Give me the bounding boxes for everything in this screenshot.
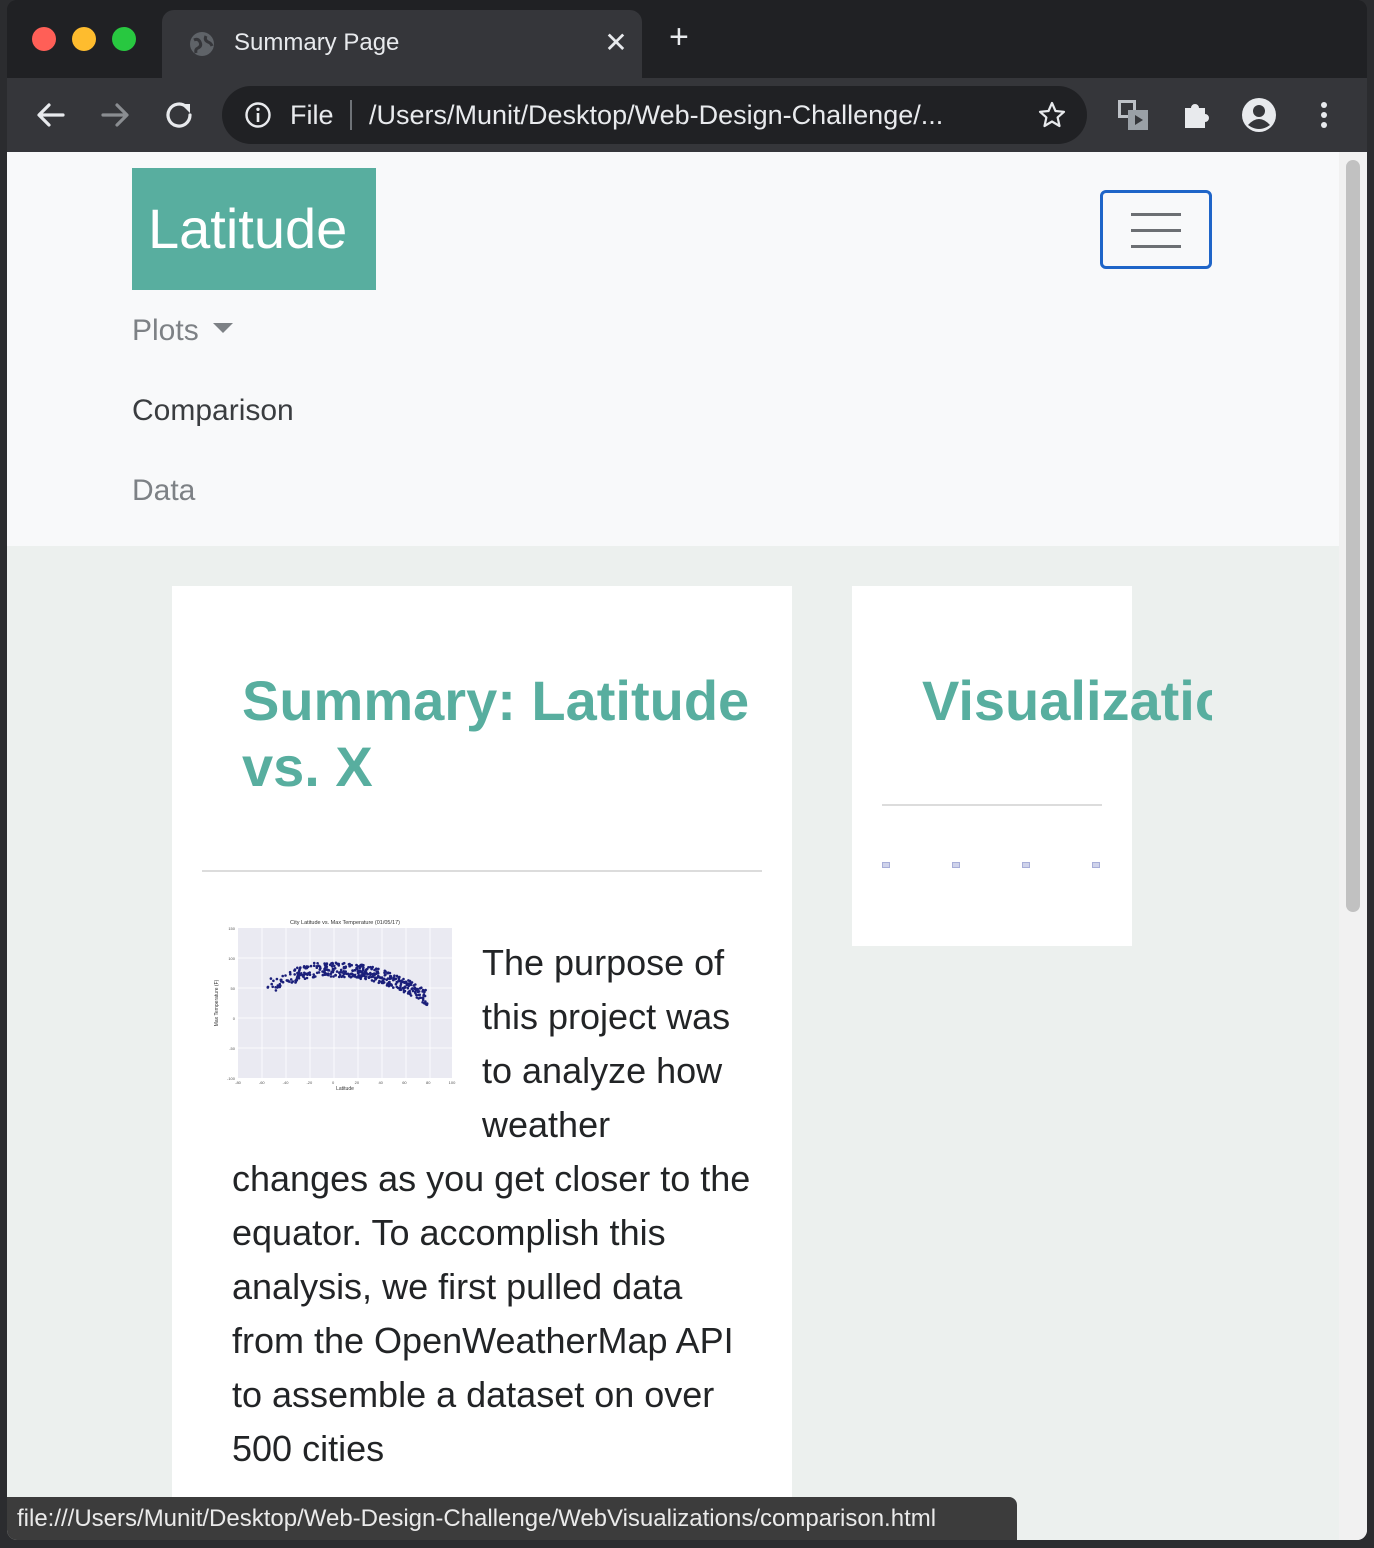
cast-extension-icon[interactable] (1114, 96, 1152, 134)
omnibox-scheme: File (290, 100, 334, 130)
scrollbar-thumb[interactable] (1346, 160, 1360, 912)
nav-comparison-link[interactable]: Comparison (132, 394, 294, 428)
site-navbar: Latitude Plots Comparison Data (7, 152, 1339, 546)
hamburger-icon (1131, 213, 1181, 216)
puzzle-extensions-icon[interactable] (1177, 96, 1215, 134)
summary-card: Summary: Latitude vs. X City Latitude vs… (172, 586, 792, 1540)
menu-kebab-icon[interactable] (1305, 96, 1343, 134)
nav-plots-label: Plots (132, 314, 199, 347)
nav-data-link[interactable]: Data (132, 474, 195, 508)
address-bar[interactable]: File /Users/Munit/Desktop/Web-Design-Cha… (222, 86, 1087, 144)
thumbnail-y-tick: 150 (228, 926, 235, 931)
thumbnail-title: City Latitude vs. Max Temperature (01/05… (290, 920, 400, 926)
page-viewport: Latitude Plots Comparison Data Summary: … (7, 152, 1367, 1540)
link-status-bar: file:///Users/Munit/Desktop/Web-Design-C… (7, 1497, 1017, 1540)
visualization-thumbnail-3[interactable] (1022, 862, 1030, 868)
tab-title: Summary Page (234, 29, 400, 56)
close-window-button[interactable] (32, 27, 56, 51)
tab-summary-page[interactable]: Summary Page ✕ (162, 10, 642, 78)
visualizations-card: Visualizations (852, 586, 1212, 946)
caret-down-icon (212, 323, 233, 334)
omnibox-divider (350, 100, 352, 130)
tab-close-icon[interactable]: ✕ (600, 26, 632, 59)
reload-icon[interactable] (159, 95, 199, 135)
visualization-thumbnail-4[interactable] (1092, 862, 1100, 868)
forward-arrow-icon[interactable] (95, 95, 135, 135)
browser-toolbar: File /Users/Munit/Desktop/Web-Design-Cha… (7, 78, 1367, 152)
summary-title: Summary: Latitude vs. X (242, 669, 750, 798)
minimize-window-button[interactable] (72, 27, 96, 51)
info-icon[interactable] (244, 101, 272, 129)
back-arrow-icon[interactable] (31, 95, 71, 135)
thumbnail-ylabel: Max Temperature (F) (214, 979, 220, 1026)
navbar-brand[interactable]: Latitude (132, 168, 376, 290)
globe-icon (190, 32, 214, 56)
bookmark-star-icon[interactable] (1037, 100, 1067, 130)
navbar-toggler-button[interactable] (1100, 190, 1212, 269)
new-tab-button[interactable]: + (669, 20, 689, 54)
maximize-window-button[interactable] (112, 27, 136, 51)
tab-strip: Summary Page ✕ + (7, 0, 1367, 78)
summary-paragraph: The purpose of this project was to analy… (232, 936, 752, 1476)
visualization-thumbnail-1[interactable] (882, 862, 890, 868)
profile-icon[interactable] (1240, 96, 1278, 134)
hamburger-icon-line (1131, 245, 1181, 248)
text-wrap-spacer (232, 936, 482, 1152)
vertical-scrollbar[interactable] (1339, 152, 1367, 1540)
omnibox-url[interactable]: /Users/Munit/Desktop/Web-Design-Challeng… (369, 100, 943, 131)
divider (882, 804, 1102, 806)
nav-plots-dropdown[interactable]: Plots (132, 314, 233, 348)
browser-window: Summary Page ✕ + File /Users/Munit/Deskt… (7, 0, 1367, 1540)
visualizations-title: Visualizations (922, 669, 1212, 732)
hamburger-icon-line (1131, 229, 1181, 232)
divider (202, 870, 762, 872)
visualization-thumbnail-2[interactable] (952, 862, 960, 868)
